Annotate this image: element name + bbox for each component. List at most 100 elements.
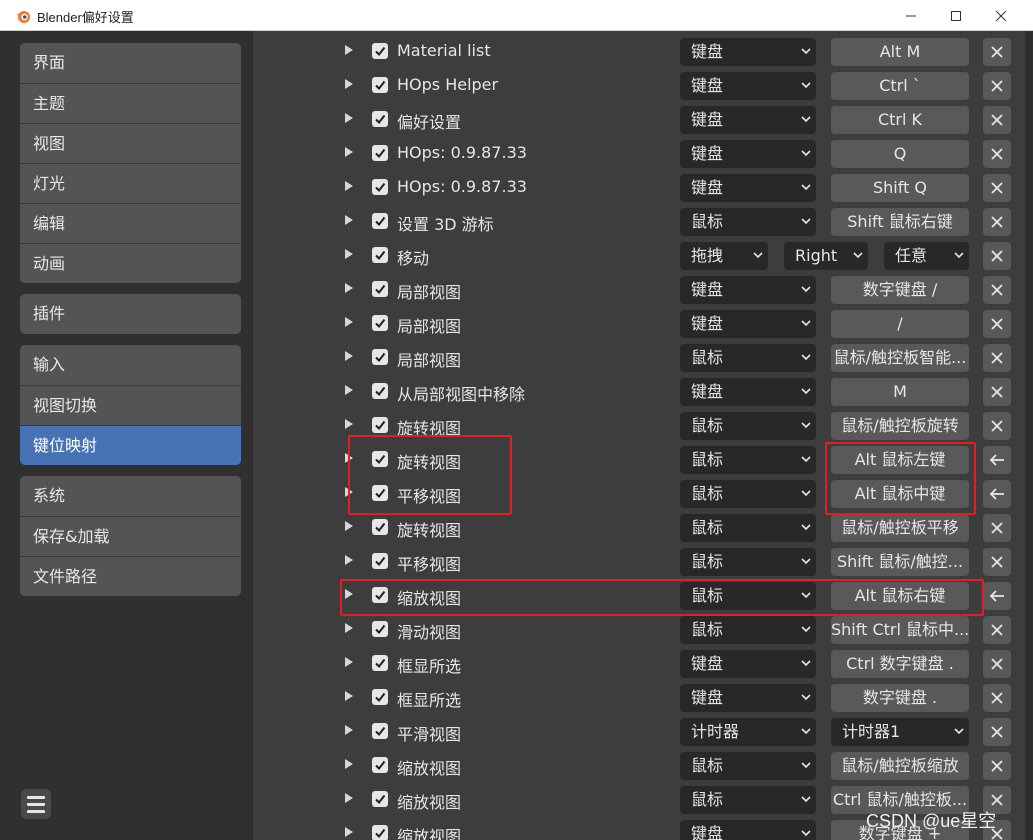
keymap-item-checkbox[interactable]: [372, 349, 388, 365]
keymap-item-checkbox[interactable]: [372, 757, 388, 773]
key-binding-button[interactable]: 鼠标/触控板智能...: [831, 344, 969, 372]
keymap-item-checkbox[interactable]: [372, 791, 388, 807]
event-type-select[interactable]: 键盘: [680, 684, 816, 712]
restore-item-button[interactable]: [983, 582, 1011, 610]
remove-item-button[interactable]: [983, 242, 1011, 270]
remove-item-button[interactable]: [983, 378, 1011, 406]
remove-item-button[interactable]: [983, 616, 1011, 644]
keymap-item-checkbox[interactable]: [372, 383, 388, 399]
keymap-item-checkbox[interactable]: [372, 417, 388, 433]
key-binding-button[interactable]: 鼠标/触控板平移: [831, 514, 969, 542]
remove-item-button[interactable]: [983, 208, 1011, 236]
remove-item-button[interactable]: [983, 344, 1011, 372]
keymap-item-checkbox[interactable]: [372, 43, 388, 59]
sidebar-item-animation[interactable]: 动画: [20, 243, 241, 283]
key-binding-button[interactable]: /: [831, 310, 969, 338]
keymap-item-checkbox[interactable]: [372, 145, 388, 161]
keymap-item-checkbox[interactable]: [372, 587, 388, 603]
sidebar-item-lights[interactable]: 灯光: [20, 163, 241, 203]
event-type-select[interactable]: 鼠标: [680, 344, 816, 372]
expand-triangle-icon[interactable]: [345, 521, 353, 531]
expand-triangle-icon[interactable]: [345, 793, 353, 803]
remove-item-button[interactable]: [983, 276, 1011, 304]
event-type-select[interactable]: 鼠标: [680, 514, 816, 542]
event-type-select[interactable]: 键盘: [680, 174, 816, 202]
keymap-item-checkbox[interactable]: [372, 281, 388, 297]
key-binding-button[interactable]: Alt 鼠标中键: [831, 480, 969, 508]
keymap-item-checkbox[interactable]: [372, 179, 388, 195]
keymap-item-checkbox[interactable]: [372, 111, 388, 127]
expand-triangle-icon[interactable]: [345, 181, 353, 191]
remove-item-button[interactable]: [983, 548, 1011, 576]
remove-item-button[interactable]: [983, 412, 1011, 440]
remove-item-button[interactable]: [983, 310, 1011, 338]
remove-item-button[interactable]: [983, 514, 1011, 542]
close-button[interactable]: [978, 0, 1024, 31]
expand-triangle-icon[interactable]: [345, 725, 353, 735]
sidebar-item-input[interactable]: 输入: [20, 345, 241, 385]
key-binding-button[interactable]: Shift Ctrl 鼠标中...: [831, 616, 969, 644]
keymap-item-checkbox[interactable]: [372, 315, 388, 331]
expand-triangle-icon[interactable]: [345, 827, 353, 837]
sidebar-item-themes[interactable]: 主题: [20, 83, 241, 123]
event-type-select[interactable]: 键盘: [680, 140, 816, 168]
expand-triangle-icon[interactable]: [345, 657, 353, 667]
event-type-select[interactable]: 鼠标: [680, 786, 816, 814]
maximize-button[interactable]: [933, 0, 979, 31]
expand-triangle-icon[interactable]: [345, 419, 353, 429]
expand-triangle-icon[interactable]: [345, 351, 353, 361]
keymap-item-checkbox[interactable]: [372, 689, 388, 705]
event-type-select[interactable]: 键盘: [680, 72, 816, 100]
expand-triangle-icon[interactable]: [345, 487, 353, 497]
keymap-item-checkbox[interactable]: [372, 485, 388, 501]
event-type-select[interactable]: 拖拽: [680, 242, 768, 270]
sidebar-item-system[interactable]: 系统: [20, 476, 241, 516]
expand-triangle-icon[interactable]: [345, 453, 353, 463]
expand-triangle-icon[interactable]: [345, 555, 353, 565]
event-type-select[interactable]: 键盘: [680, 310, 816, 338]
event-type-select[interactable]: 计时器: [680, 718, 816, 746]
remove-item-button[interactable]: [983, 650, 1011, 678]
keymap-item-checkbox[interactable]: [372, 213, 388, 229]
keymap-item-checkbox[interactable]: [372, 247, 388, 263]
expand-triangle-icon[interactable]: [345, 385, 353, 395]
key-binding-button[interactable]: 鼠标/触控板旋转: [831, 412, 969, 440]
event-type-select[interactable]: 键盘: [680, 378, 816, 406]
event-type-select[interactable]: 鼠标: [680, 752, 816, 780]
event-type-select[interactable]: 鼠标: [680, 208, 816, 236]
event-type-select[interactable]: 鼠标: [680, 616, 816, 644]
key-binding-button[interactable]: Shift 鼠标右键: [831, 208, 969, 236]
sidebar-item-editing[interactable]: 编辑: [20, 203, 241, 243]
key-binding-button[interactable]: Shift Q: [831, 174, 969, 202]
keymap-item-checkbox[interactable]: [372, 825, 388, 840]
keymap-item-checkbox[interactable]: [372, 655, 388, 671]
key-binding-button[interactable]: Shift 鼠标/触控...: [831, 548, 969, 576]
sidebar-item-save-load[interactable]: 保存&加载: [20, 516, 241, 556]
restore-item-button[interactable]: [983, 446, 1011, 474]
drag-direction-select[interactable]: Right: [784, 242, 868, 270]
remove-item-button[interactable]: [983, 140, 1011, 168]
keymap-item-checkbox[interactable]: [372, 723, 388, 739]
remove-item-button[interactable]: [983, 684, 1011, 712]
key-binding-button[interactable]: Alt 鼠标左键: [831, 446, 969, 474]
sidebar-item-file-paths[interactable]: 文件路径: [20, 556, 241, 596]
remove-item-button[interactable]: [983, 174, 1011, 202]
keymap-item-checkbox[interactable]: [372, 77, 388, 93]
remove-item-button[interactable]: [983, 718, 1011, 746]
event-type-select[interactable]: 鼠标: [680, 446, 816, 474]
key-binding-button[interactable]: 数字键盘 /: [831, 276, 969, 304]
key-binding-button[interactable]: Alt 鼠标右键: [831, 582, 969, 610]
expand-triangle-icon[interactable]: [345, 147, 353, 157]
event-type-select[interactable]: 键盘: [680, 650, 816, 678]
event-type-select[interactable]: 鼠标: [680, 412, 816, 440]
expand-triangle-icon[interactable]: [345, 249, 353, 259]
key-binding-button[interactable]: Q: [831, 140, 969, 168]
expand-triangle-icon[interactable]: [345, 113, 353, 123]
keymap-item-checkbox[interactable]: [372, 519, 388, 535]
expand-triangle-icon[interactable]: [345, 623, 353, 633]
expand-triangle-icon[interactable]: [345, 79, 353, 89]
key-binding-button[interactable]: M: [831, 378, 969, 406]
key-binding-button[interactable]: 鼠标/触控板缩放: [831, 752, 969, 780]
remove-item-button[interactable]: [983, 106, 1011, 134]
menu-button[interactable]: [21, 789, 51, 819]
